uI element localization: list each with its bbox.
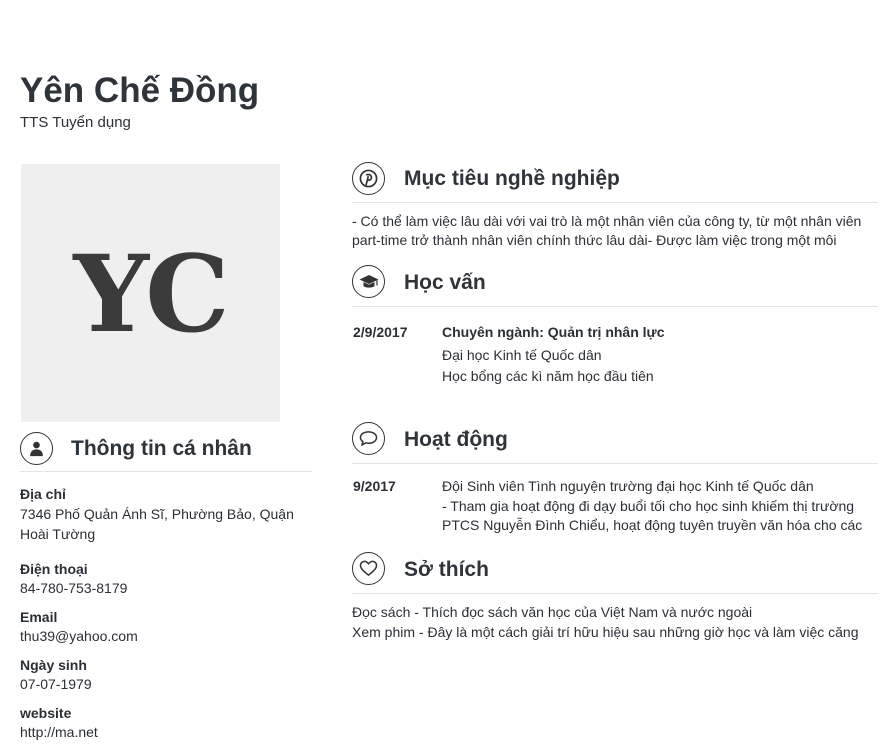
field-value-email: thu39@yahoo.com <box>20 628 138 644</box>
field-label-website: website <box>20 705 72 721</box>
field-label-birthday: Ngày sinh <box>20 657 87 673</box>
activity-date: 9/2017 <box>353 478 396 494</box>
job-title: TTS Tuyển dụng <box>20 114 131 131</box>
activity-line: Đội Sinh viên Tình nguyện trường đại học… <box>442 478 814 494</box>
hobby-line: Đọc sách - Thích đọc sách văn học của Vi… <box>352 604 753 620</box>
education-heading: Chuyên ngành: Quản trị nhân lực <box>442 324 665 340</box>
field-label-phone: Điện thoại <box>20 561 88 577</box>
field-label-email: Email <box>20 609 58 625</box>
speech-bubble-icon <box>352 422 385 455</box>
cv-name: Yên Chế Đồng <box>20 71 260 110</box>
section-title-education: Học vấn <box>404 271 486 294</box>
graduation-cap-icon <box>352 265 385 298</box>
section-title-activities: Hoạt động <box>404 428 508 451</box>
divider <box>352 202 878 203</box>
section-title-hobbies: Sở thích <box>404 558 489 581</box>
field-value-website: http://ma.net <box>20 724 98 740</box>
activity-line: - Tham gia hoạt động đi dạy buổi tối cho… <box>442 498 855 514</box>
divider <box>352 306 878 307</box>
hobby-line: Xem phim - Đây là một cách giải trí hữu … <box>352 624 859 640</box>
field-value-address: 7346 Phố Quản Ánh Sĩ, Phường Bảo, Quận H… <box>20 506 294 542</box>
pinterest-icon <box>352 162 385 195</box>
field-value-phone: 84-780-753-8179 <box>20 580 128 596</box>
divider <box>352 593 878 594</box>
education-line: Học bổng các kì năm học đầu tiên <box>442 368 654 384</box>
divider <box>352 463 878 464</box>
objective-line: part-time trở thành nhân viên chính thức… <box>352 232 837 248</box>
education-line: Đại học Kinh tế Quốc dân <box>442 347 602 363</box>
field-value-birthday: 07-07-1979 <box>20 676 92 692</box>
heart-icon <box>352 552 385 585</box>
user-icon <box>20 432 53 465</box>
field-label-address: Địa chỉ <box>20 486 66 502</box>
activity-line: PTCS Nguyễn Đình Chiểu, hoạt động tuyên … <box>442 517 863 533</box>
avatar-initials: YC <box>73 230 229 356</box>
education-date: 2/9/2017 <box>353 324 408 340</box>
section-title-objective: Mục tiêu nghề nghiệp <box>404 167 620 190</box>
section-title-personal: Thông tin cá nhân <box>71 437 252 460</box>
divider <box>20 471 312 472</box>
avatar: YC <box>21 164 280 422</box>
objective-line: - Có thể làm việc lâu dài với vai trò là… <box>352 213 862 229</box>
